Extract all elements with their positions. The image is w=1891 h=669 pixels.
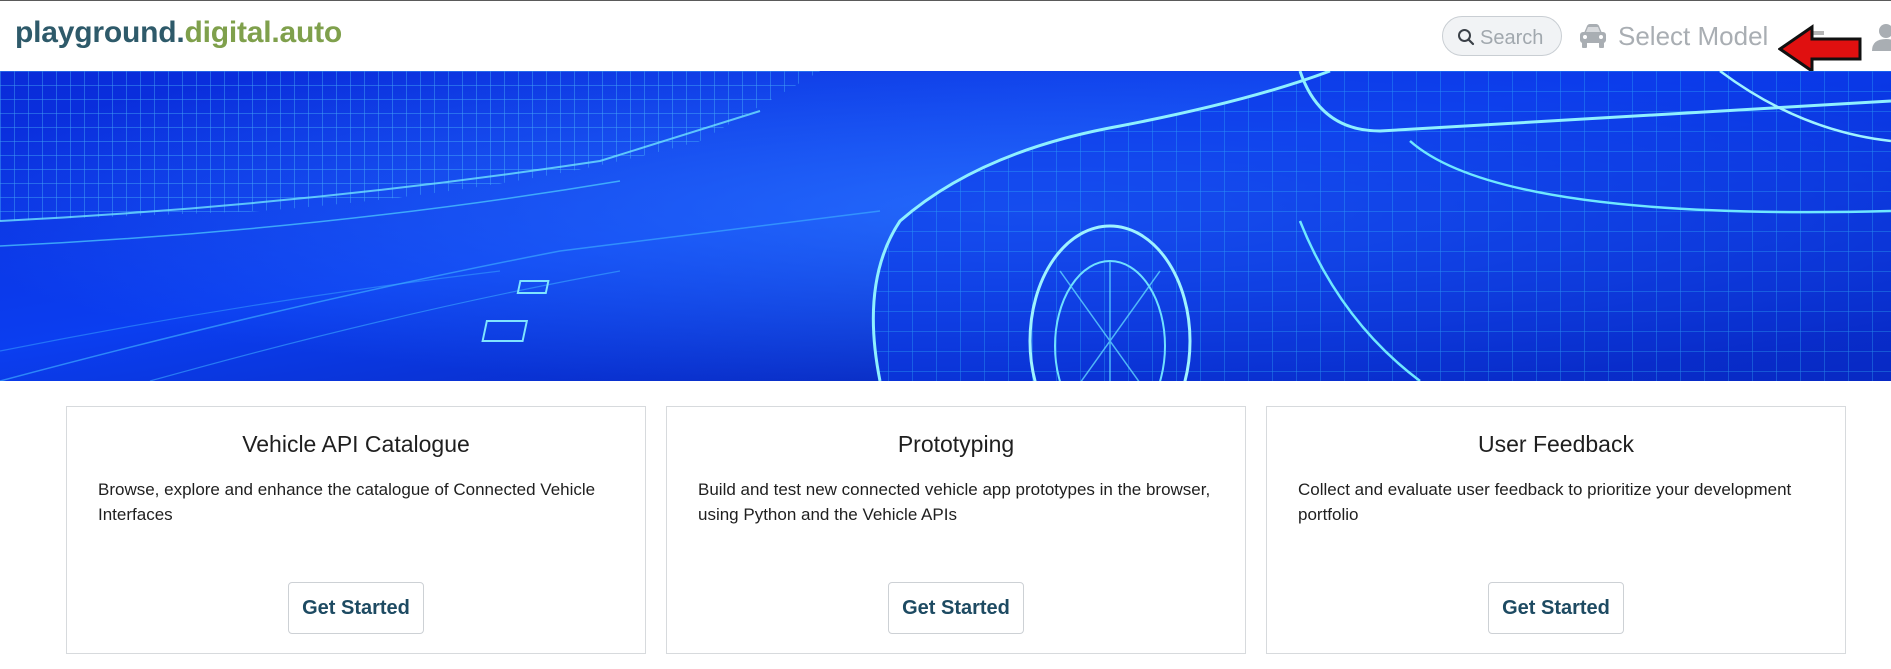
logo-text-primary: playground. xyxy=(15,16,185,49)
card-description: Browse, explore and enhance the catalogu… xyxy=(98,480,596,524)
logo-text-accent: digital.auto xyxy=(184,16,343,49)
card-prototyping: Prototyping Build and test new connected… xyxy=(666,406,1246,654)
search-icon xyxy=(1458,29,1475,46)
card-user-feedback: User Feedback Collect and evaluate user … xyxy=(1266,406,1846,654)
card-description: Build and test new connected vehicle app… xyxy=(698,480,1211,524)
top-navbar: playground.digital.auto Search Select Mo… xyxy=(0,1,1891,74)
red-arrow-left-icon xyxy=(1778,24,1862,74)
wireframe-car-illustration xyxy=(0,71,1891,381)
search-box[interactable]: Search xyxy=(1442,16,1562,56)
get-started-button-prototyping[interactable]: Get Started xyxy=(888,582,1024,634)
card-title: Vehicle API Catalogue xyxy=(242,431,470,457)
car-icon xyxy=(1580,24,1606,48)
user-icon[interactable] xyxy=(1866,23,1891,51)
get-started-button-api[interactable]: Get Started xyxy=(288,582,424,634)
card-description: Collect and evaluate user feedback to pr… xyxy=(1298,480,1792,524)
select-model-label: Select Model xyxy=(1618,21,1769,51)
search-placeholder: Search xyxy=(1480,27,1544,49)
site-logo[interactable]: playground.digital.auto xyxy=(15,16,342,50)
get-started-button-feedback[interactable]: Get Started xyxy=(1488,582,1624,634)
card-vehicle-api-catalogue: Vehicle API Catalogue Browse, explore an… xyxy=(66,406,646,654)
card-title: User Feedback xyxy=(1478,431,1634,457)
card-title: Prototyping xyxy=(897,431,1015,457)
hero-banner-image xyxy=(0,71,1891,381)
